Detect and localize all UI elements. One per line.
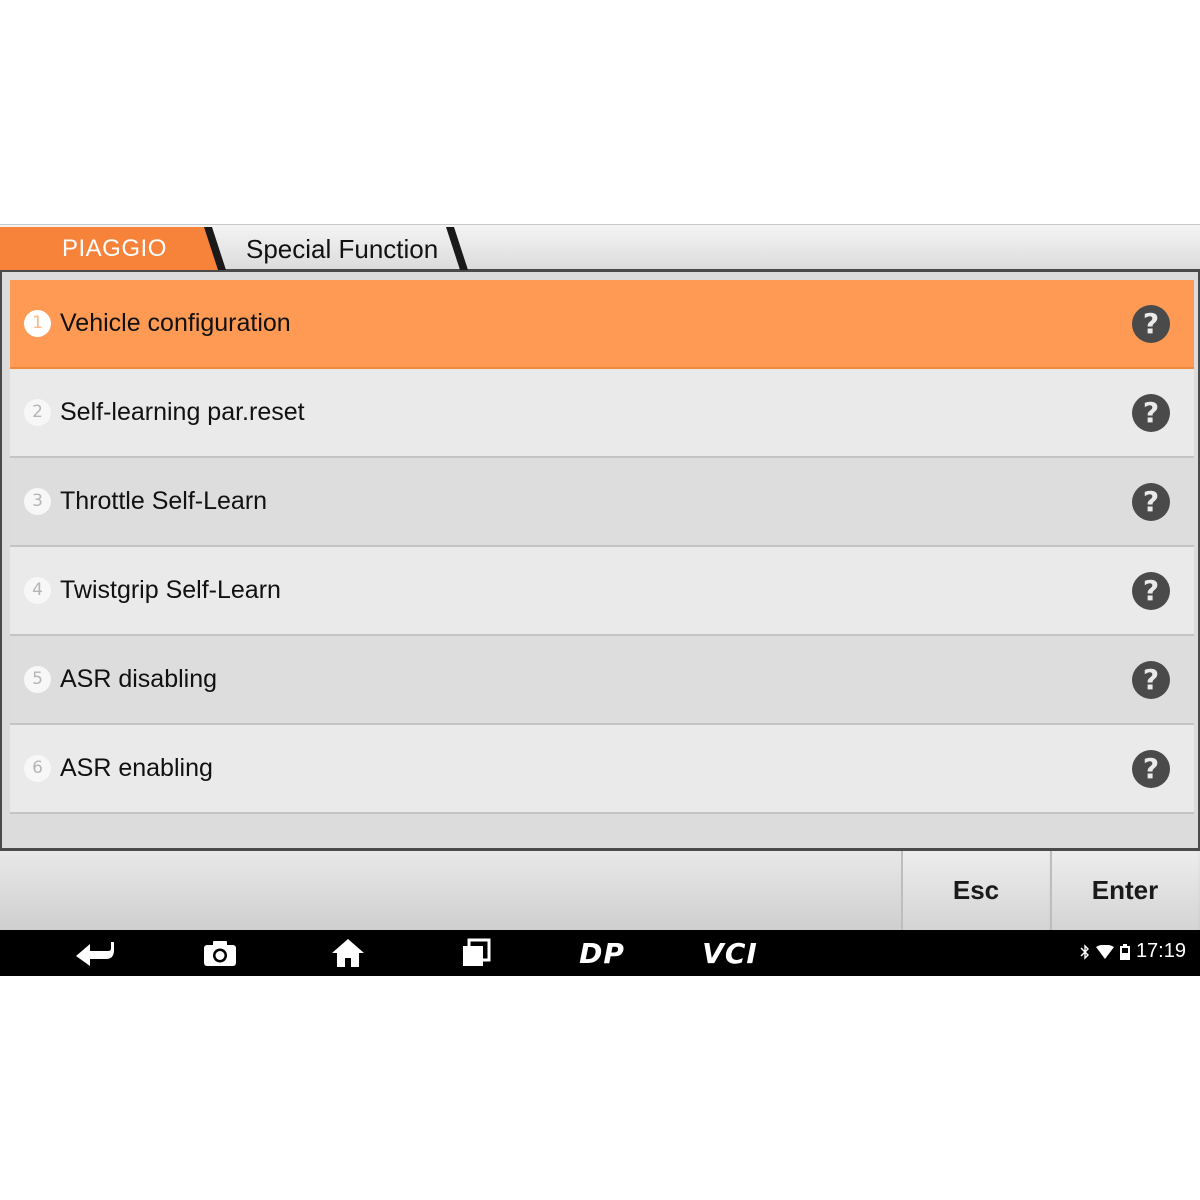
item-number-badge: 5 xyxy=(24,666,51,693)
menu-item-asr-disabling[interactable]: 5 ASR disabling ? xyxy=(10,636,1194,725)
help-icon[interactable]: ? xyxy=(1132,749,1170,788)
back-button[interactable] xyxy=(72,936,116,970)
help-icon[interactable]: ? xyxy=(1132,571,1170,610)
dp-icon[interactable]: DP xyxy=(570,936,634,970)
action-bar: Esc Enter xyxy=(0,848,1200,930)
menu-item-label: ASR disabling xyxy=(60,665,218,693)
battery-icon xyxy=(1119,943,1130,960)
menu-item-label: Twistgrip Self-Learn xyxy=(60,576,281,604)
menu-item-vehicle-configuration[interactable]: 1 Vehicle configuration ? xyxy=(10,280,1194,369)
recent-apps-icon xyxy=(463,938,491,966)
home-icon xyxy=(332,939,364,967)
item-number-badge: 1 xyxy=(24,310,51,337)
item-number-badge: 4 xyxy=(24,577,51,604)
wifi-icon xyxy=(1095,944,1114,959)
item-number-badge: 6 xyxy=(24,755,51,782)
app-screen: PIAGGIO Special Function 1 Vehicle confi… xyxy=(0,224,1200,976)
help-icon[interactable]: ? xyxy=(1132,660,1170,699)
system-nav-bar: DP VCI 17:19 xyxy=(0,930,1200,976)
clock-time: 17:19 xyxy=(1135,940,1186,962)
menu-item-asr-enabling[interactable]: 6 ASR enabling ? xyxy=(10,725,1194,814)
menu-item-self-learning-par-reset[interactable]: 2 Self-learning par.reset ? xyxy=(10,369,1194,458)
home-button[interactable] xyxy=(328,936,368,970)
vci-icon[interactable]: VCI xyxy=(696,936,764,970)
item-number-badge: 3 xyxy=(24,488,51,515)
menu-panel: 1 Vehicle configuration ? 2 Self-learnin… xyxy=(0,272,1200,848)
menu-item-throttle-self-learn[interactable]: 3 Throttle Self-Learn ? xyxy=(10,458,1194,547)
menu-item-label: Throttle Self-Learn xyxy=(60,487,268,515)
status-area: 17:19 xyxy=(1080,940,1186,963)
breadcrumb: PIAGGIO Special Function xyxy=(0,224,1200,272)
menu-item-label: Self-learning par.reset xyxy=(60,398,305,426)
item-number-badge: 2 xyxy=(24,399,51,426)
camera-icon xyxy=(204,941,236,966)
help-icon[interactable]: ? xyxy=(1132,482,1170,521)
recent-apps-button[interactable] xyxy=(456,936,496,970)
menu-item-label: Vehicle configuration xyxy=(60,309,291,337)
help-icon[interactable]: ? xyxy=(1132,304,1170,343)
bluetooth-icon xyxy=(1080,943,1089,960)
back-icon xyxy=(76,942,114,966)
breadcrumb-brand-tab[interactable]: PIAGGIO xyxy=(62,235,167,263)
screenshot-button[interactable] xyxy=(200,936,240,970)
help-icon[interactable]: ? xyxy=(1132,393,1170,432)
enter-button[interactable]: Enter xyxy=(1050,851,1198,930)
menu-item-label: ASR enabling xyxy=(60,754,213,782)
breadcrumb-current-page: Special Function xyxy=(246,234,439,264)
esc-button[interactable]: Esc xyxy=(901,851,1049,930)
menu-list: 1 Vehicle configuration ? 2 Self-learnin… xyxy=(10,280,1194,814)
menu-item-twistgrip-self-learn[interactable]: 4 Twistgrip Self-Learn ? xyxy=(10,547,1194,636)
